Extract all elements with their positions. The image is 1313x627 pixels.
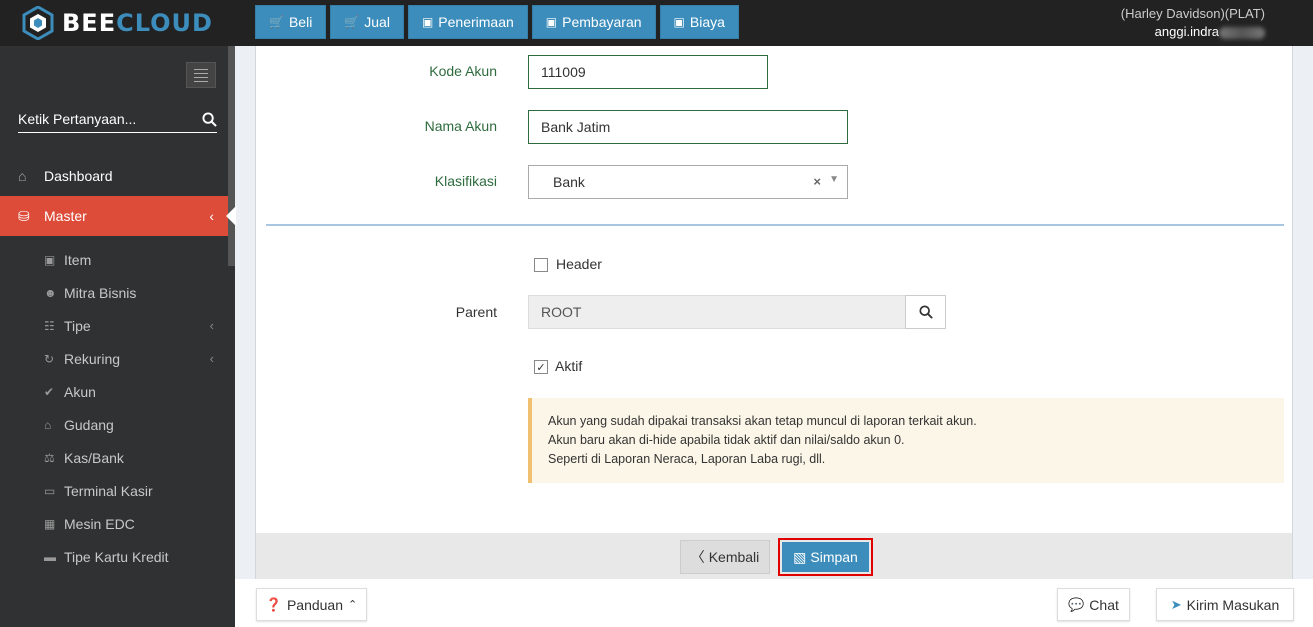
info-line: Seperti di Laporan Neraca, Laporan Laba … [548,452,826,466]
kembali-button[interactable]: 〈 Kembali [680,540,770,574]
chevron-left-icon: ‹ [209,351,214,366]
kirim-masukan-button[interactable]: ➤ Kirim Masukan [1156,588,1294,621]
sitemap-icon: ☷ [44,318,55,333]
sidebar-item-gudang[interactable]: ⌂ Gudang [44,408,228,441]
info-line: Akun yang sudah dipakai transaksi akan t… [548,414,977,428]
sidebar-item-mesin-edc[interactable]: ▦ Mesin EDC [44,507,228,540]
simpan-button-highlight: ▧ Simpan [778,538,873,576]
info-callout: Akun yang sudah dipakai transaksi akan t… [528,398,1284,483]
bottom-bar: ❓ Panduan ⌃ 💬 Chat ➤ Kirim Masukan [235,579,1313,627]
question-circle-icon: ❓ [265,596,282,612]
home-icon: ⌂ [44,417,52,432]
chevron-left-icon: ‹ [209,208,214,224]
parent-input[interactable]: ROOT [528,295,906,329]
nama-akun-input[interactable]: Bank Jatim [528,110,848,144]
save-icon: ▧ [793,548,807,565]
header-checkbox[interactable] [534,258,548,272]
chat-icon: 💬 [1068,596,1085,612]
search-input[interactable]: Ketik Pertanyaan... [18,111,136,127]
user-name: anggi.indra [1154,24,1219,39]
chevron-left-icon: ‹ [209,318,214,333]
clear-icon[interactable]: × [813,174,821,189]
credit-card-icon: ▬ [44,549,56,564]
info-line: Akun baru akan di-hide apabila tidak akt… [548,433,905,447]
sidebar-search[interactable]: Ketik Pertanyaan... [18,106,217,133]
parent-label: Parent [455,304,497,320]
kode-akun-label: Kode Akun [429,63,497,79]
sidebar-item-rekuring[interactable]: ↻ Rekuring ‹ [44,342,228,375]
sidebar-scrollbar[interactable] [228,46,235,266]
money-icon: ▣ [421,15,434,29]
money-icon: ▣ [545,15,558,29]
sidebar-item-terminal-kasir[interactable]: ▭ Terminal Kasir [44,474,228,507]
form-footer: 〈 Kembali ▧ Simpan [256,533,1292,579]
brand-name: BEECLOUD [62,9,213,37]
sidebar-item-kas-bank[interactable]: ⚖ Kas/Bank [44,441,228,474]
sidebar-item-akun[interactable]: ✔ Akun [44,375,228,408]
kode-akun-input[interactable]: 111009 [528,55,768,89]
database-icon: ⛁ [18,207,30,224]
top-nav-buttons: 🛒 Beli 🛒 Jual ▣ Penerimaan ▣ Pembayaran … [255,5,739,39]
panduan-button[interactable]: ❓ Panduan ⌃ [256,588,367,621]
active-indicator [226,206,236,226]
sidebar-item-mitra-bisnis[interactable]: ☻ Mitra Bisnis [44,276,228,309]
bank-icon: ⚖ [44,450,55,465]
account-form-panel: Kode Akun 111009 Nama Akun Bank Jatim Kl… [255,46,1293,579]
search-icon [918,305,933,319]
cube-icon: ▣ [44,252,56,267]
refresh-icon: ↻ [44,351,55,366]
user-menu[interactable]: (Harley Davidson)(PLAT) anggi.indra [1121,5,1265,41]
top-navbar: BEECLOUD 🛒 Beli 🛒 Jual ▣ Penerimaan ▣ Pe… [0,0,1313,46]
chat-button[interactable]: 💬 Chat [1057,588,1130,621]
paper-plane-icon: ➤ [1170,596,1182,612]
sidebar-toggle-button[interactable] [186,62,216,88]
chevron-up-icon: ⌃ [348,599,358,611]
klasifikasi-select[interactable]: Bank × ▼ [528,165,848,199]
parent-search-button[interactable] [905,295,946,329]
home-icon: ⌂ [18,168,27,184]
sidebar-item-master[interactable]: ⛁ Master ‹ [0,196,228,236]
brand-logo[interactable]: BEECLOUD [0,0,235,46]
sidebar-item-dashboard[interactable]: ⌂ Dashboard [0,156,228,196]
klasifikasi-selected-value: Bank [553,174,585,190]
section-divider [266,224,1284,226]
penerimaan-button[interactable]: ▣ Penerimaan [407,5,528,39]
biaya-button[interactable]: ▣ Biaya [659,5,739,39]
sidebar-item-tipe-kartu-kredit[interactable]: ▬ Tipe Kartu Kredit [44,540,228,573]
redacted-text [1219,26,1265,39]
sidebar-item-item[interactable]: ▣ Item [44,243,228,276]
jual-button[interactable]: 🛒 Jual [330,5,404,39]
caret-down-icon[interactable]: ▼ [829,174,839,185]
sidebar-item-tipe[interactable]: ☷ Tipe ‹ [44,309,228,342]
company-name: (Harley Davidson)(PLAT) [1120,6,1265,21]
cart-icon: 🛒 [344,15,360,29]
sidebar: Ketik Pertanyaan... ⌂ Dashboard ⛁ Master… [0,46,236,627]
beli-button[interactable]: 🛒 Beli [255,5,327,39]
klasifikasi-label: Klasifikasi [434,173,497,189]
aktif-checkbox[interactable]: ✓ [534,360,548,374]
simpan-button[interactable]: ▧ Simpan [782,542,869,572]
pembayaran-button[interactable]: ▣ Pembayaran [531,5,656,39]
check-icon: ✔ [44,384,55,399]
aktif-checkbox-label: Aktif [555,358,583,374]
calculator-icon: ▦ [44,516,56,531]
beecloud-logo-icon [22,6,54,40]
cart-icon: 🛒 [269,15,284,29]
checkmark-icon: ✓ [536,361,546,374]
money-icon: ▣ [673,15,685,29]
monitor-icon: ▭ [44,483,56,498]
header-checkbox-label: Header [556,256,602,272]
arrow-circle-left-icon: 〈 [690,549,705,565]
nama-akun-label: Nama Akun [424,118,497,134]
users-icon: ☻ [44,285,57,300]
search-icon[interactable] [202,111,217,127]
